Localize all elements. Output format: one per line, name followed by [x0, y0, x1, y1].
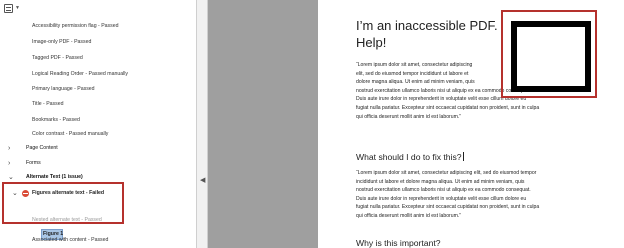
paragraph-line: qui officia deserunt mollit anim id est …	[356, 212, 461, 219]
accessibility-checker-panel: ▼ Accessibility permission flag - Passed…	[0, 0, 196, 248]
paragraph-line: “Lorem ipsum dolor sit amet, consectetur…	[356, 170, 537, 176]
paragraph-line: incididunt ut labore et dolore magna ali…	[356, 178, 525, 185]
list-options-icon	[4, 3, 13, 13]
paragraph-2: “Lorem ipsum dolor sit amet, consectetur…	[356, 169, 539, 221]
chevron-down-icon: ▼	[15, 4, 20, 11]
check-item[interactable]: Color contrast - Passed manually	[32, 129, 108, 140]
collapse-panel-icon[interactable]: ◀	[200, 176, 205, 184]
category-forms[interactable]: Forms	[26, 158, 41, 169]
paragraph-line: nostrud exercitation ullamco laboris nis…	[356, 187, 531, 194]
check-item[interactable]: Tagged PDF - Passed	[32, 53, 83, 64]
text-cursor	[462, 152, 464, 161]
section-heading: Why is this important?	[356, 238, 441, 248]
pdf-page: I’m an inaccessible PDF. Help! “Lorem ip…	[318, 0, 624, 248]
paragraph-line: Duis aute irure dolor in reprehenderit i…	[356, 195, 527, 202]
figure-highlight	[501, 10, 597, 98]
chevron-right-icon[interactable]: ›	[8, 143, 10, 154]
paragraph-line: qui officia deserunt mollit anim id est …	[356, 113, 461, 120]
paragraph-line: fugiat nulla pariatur. Excepteur sint oc…	[356, 104, 540, 111]
failed-check-highlight	[2, 182, 124, 224]
check-item[interactable]: Logical Reading Order - Passed manually	[32, 69, 128, 80]
check-item[interactable]: Bookmarks - Passed	[32, 115, 80, 126]
check-item[interactable]: Title - Passed	[32, 99, 64, 110]
section-heading: What should I do to fix this?	[356, 152, 464, 162]
section-heading-text: What should I do to fix this?	[356, 152, 462, 162]
category-page-content[interactable]: Page Content	[26, 143, 58, 154]
panel-splitter[interactable]: ◀	[196, 0, 208, 248]
panel-toolbar: ▼	[0, 0, 196, 16]
chevron-right-icon[interactable]: ›	[8, 158, 10, 169]
check-item[interactable]: Primary language - Passed	[32, 84, 95, 95]
document-gutter	[208, 0, 318, 248]
options-menu-button[interactable]: ▼	[4, 2, 24, 14]
check-item[interactable]: Image-only PDF - Passed	[32, 37, 91, 48]
check-item[interactable]: Accessibility permission flag - Passed	[32, 21, 119, 32]
paragraph-line: fugiat nulla pariatur. Excepteur sint oc…	[356, 204, 540, 211]
associated-with-content-item[interactable]: Associated with content - Passed	[32, 235, 108, 246]
